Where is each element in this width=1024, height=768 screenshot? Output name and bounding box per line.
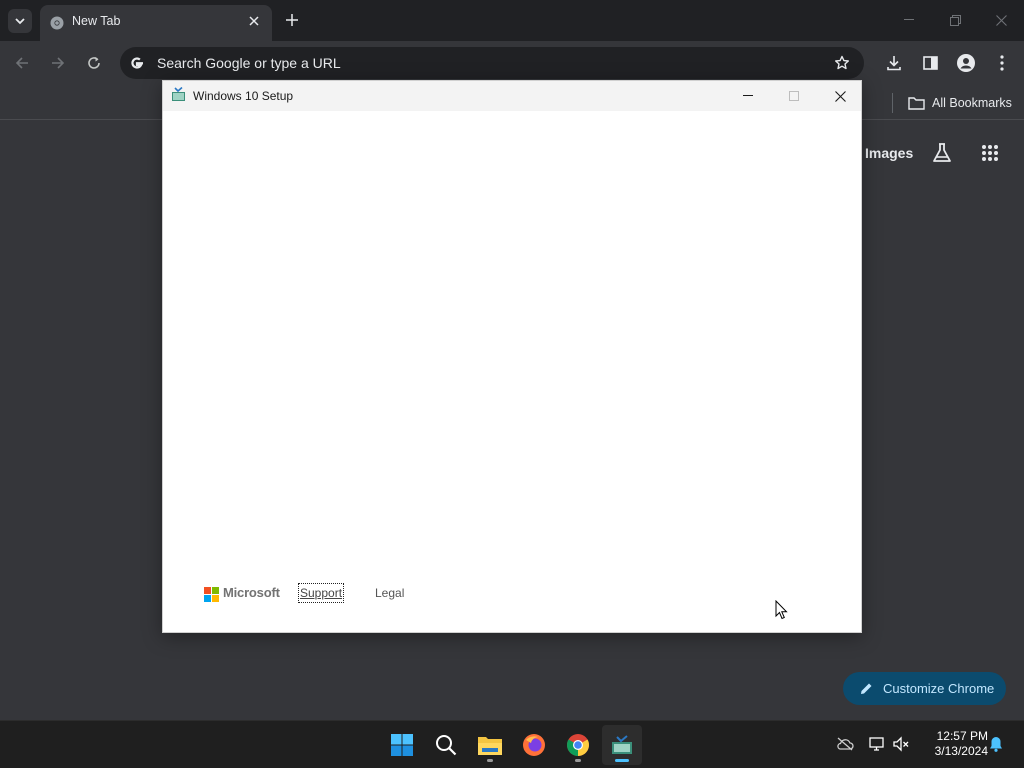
taskbar-chrome[interactable] (558, 725, 598, 765)
download-icon (887, 56, 901, 71)
arrow-left-icon (15, 57, 28, 69)
back-button[interactable] (10, 51, 34, 75)
bookmark-star-button[interactable] (832, 53, 852, 73)
volume-muted-icon (893, 736, 909, 752)
folder-icon (478, 737, 502, 755)
downloads-button[interactable] (882, 51, 906, 75)
forward-button[interactable] (46, 51, 70, 75)
microsoft-logo-icon (204, 587, 219, 602)
restore-button[interactable] (942, 8, 968, 32)
taskbar-file-explorer[interactable] (470, 725, 510, 765)
all-bookmarks-button[interactable]: All Bookmarks (908, 90, 1012, 116)
restore-icon (949, 14, 961, 26)
taskbar-clock[interactable]: 12:57 PM 3/13/2024 (918, 729, 988, 759)
support-link[interactable]: Support (298, 583, 345, 603)
onedrive-tray-icon[interactable] (834, 733, 856, 755)
profile-button[interactable] (954, 51, 978, 75)
start-button[interactable] (382, 725, 422, 765)
new-tab-button[interactable] (282, 10, 302, 30)
legal-link[interactable]: Legal (375, 586, 404, 600)
browser-toolbar: Search Google or type a URL (0, 41, 1024, 85)
plus-icon (286, 14, 298, 26)
folder-icon (908, 97, 925, 110)
images-link[interactable]: Images (865, 145, 913, 161)
setup-footer: Microsoft Support Legal (203, 583, 603, 603)
google-apps-button[interactable] (976, 139, 1004, 167)
setup-titlebar[interactable]: Windows 10 Setup (163, 81, 861, 111)
running-indicator (575, 759, 581, 762)
all-bookmarks-label: All Bookmarks (932, 96, 1012, 110)
chrome-icon (567, 734, 589, 756)
minimize-button[interactable] (896, 8, 922, 32)
arrow-right-icon (52, 57, 65, 69)
close-icon (995, 14, 1007, 26)
taskbar-windows-setup[interactable] (602, 725, 642, 765)
tab-title: New Tab (72, 14, 121, 28)
search-icon (436, 735, 457, 756)
mouse-cursor-icon (775, 600, 788, 620)
taskbar-search-button[interactable] (426, 725, 466, 765)
microsoft-brand-text: Microsoft (223, 585, 280, 600)
setup-maximize-button[interactable] (771, 81, 817, 111)
cloud-offline-icon (837, 737, 854, 751)
firefox-icon (523, 734, 545, 756)
clock-time: 12:57 PM (936, 729, 988, 743)
chrome-menu-button[interactable] (990, 51, 1014, 75)
close-icon (249, 16, 259, 26)
side-panel-button[interactable] (918, 51, 942, 75)
reload-icon (88, 57, 100, 69)
chrome-icon (50, 16, 64, 30)
active-indicator (615, 759, 629, 762)
windows-logo-icon (391, 734, 413, 756)
network-tray-icon[interactable] (866, 733, 888, 755)
address-bar-placeholder: Search Google or type a URL (157, 55, 341, 71)
running-indicator (487, 759, 493, 762)
notifications-button[interactable] (986, 734, 1006, 754)
profile-icon (957, 54, 975, 72)
tab-search-button[interactable] (8, 9, 32, 33)
taskbar: 12:57 PM 3/13/2024 (0, 720, 1024, 768)
more-vert-icon (1000, 55, 1004, 71)
bookmarks-divider (892, 93, 893, 113)
flask-icon (933, 143, 951, 162)
clock-date: 3/13/2024 (934, 744, 988, 758)
tab-close-button[interactable] (246, 13, 262, 29)
star-icon (835, 55, 849, 70)
reload-button[interactable] (82, 51, 106, 75)
minimize-icon (743, 95, 753, 96)
maximize-icon (789, 91, 799, 101)
google-g-icon (131, 57, 143, 69)
setup-app-icon (172, 87, 185, 101)
setup-window: Windows 10 Setup Microsoft Support Legal (162, 80, 862, 633)
bell-icon (990, 737, 1002, 752)
network-icon (869, 737, 884, 751)
setup-close-button[interactable] (817, 81, 863, 111)
setup-minimize-button[interactable] (725, 81, 771, 111)
pencil-icon (861, 683, 872, 694)
labs-button[interactable] (928, 139, 956, 167)
setup-window-title: Windows 10 Setup (193, 89, 294, 103)
address-bar[interactable]: Search Google or type a URL (120, 47, 864, 79)
taskbar-firefox[interactable] (514, 725, 554, 765)
tab-strip: New Tab (0, 0, 1024, 41)
setup-app-icon (612, 735, 632, 754)
apps-grid-icon (982, 145, 998, 161)
side-panel-icon (922, 56, 938, 70)
tab-new-tab[interactable]: New Tab (40, 5, 272, 41)
customize-chrome-label: Customize Chrome (883, 681, 995, 696)
volume-tray-icon[interactable] (890, 733, 912, 755)
close-icon (834, 90, 846, 102)
customize-chrome-button[interactable]: Customize Chrome (843, 672, 1006, 705)
chevron-down-icon (15, 18, 25, 25)
close-window-button[interactable] (988, 8, 1014, 32)
minimize-icon (904, 19, 914, 20)
